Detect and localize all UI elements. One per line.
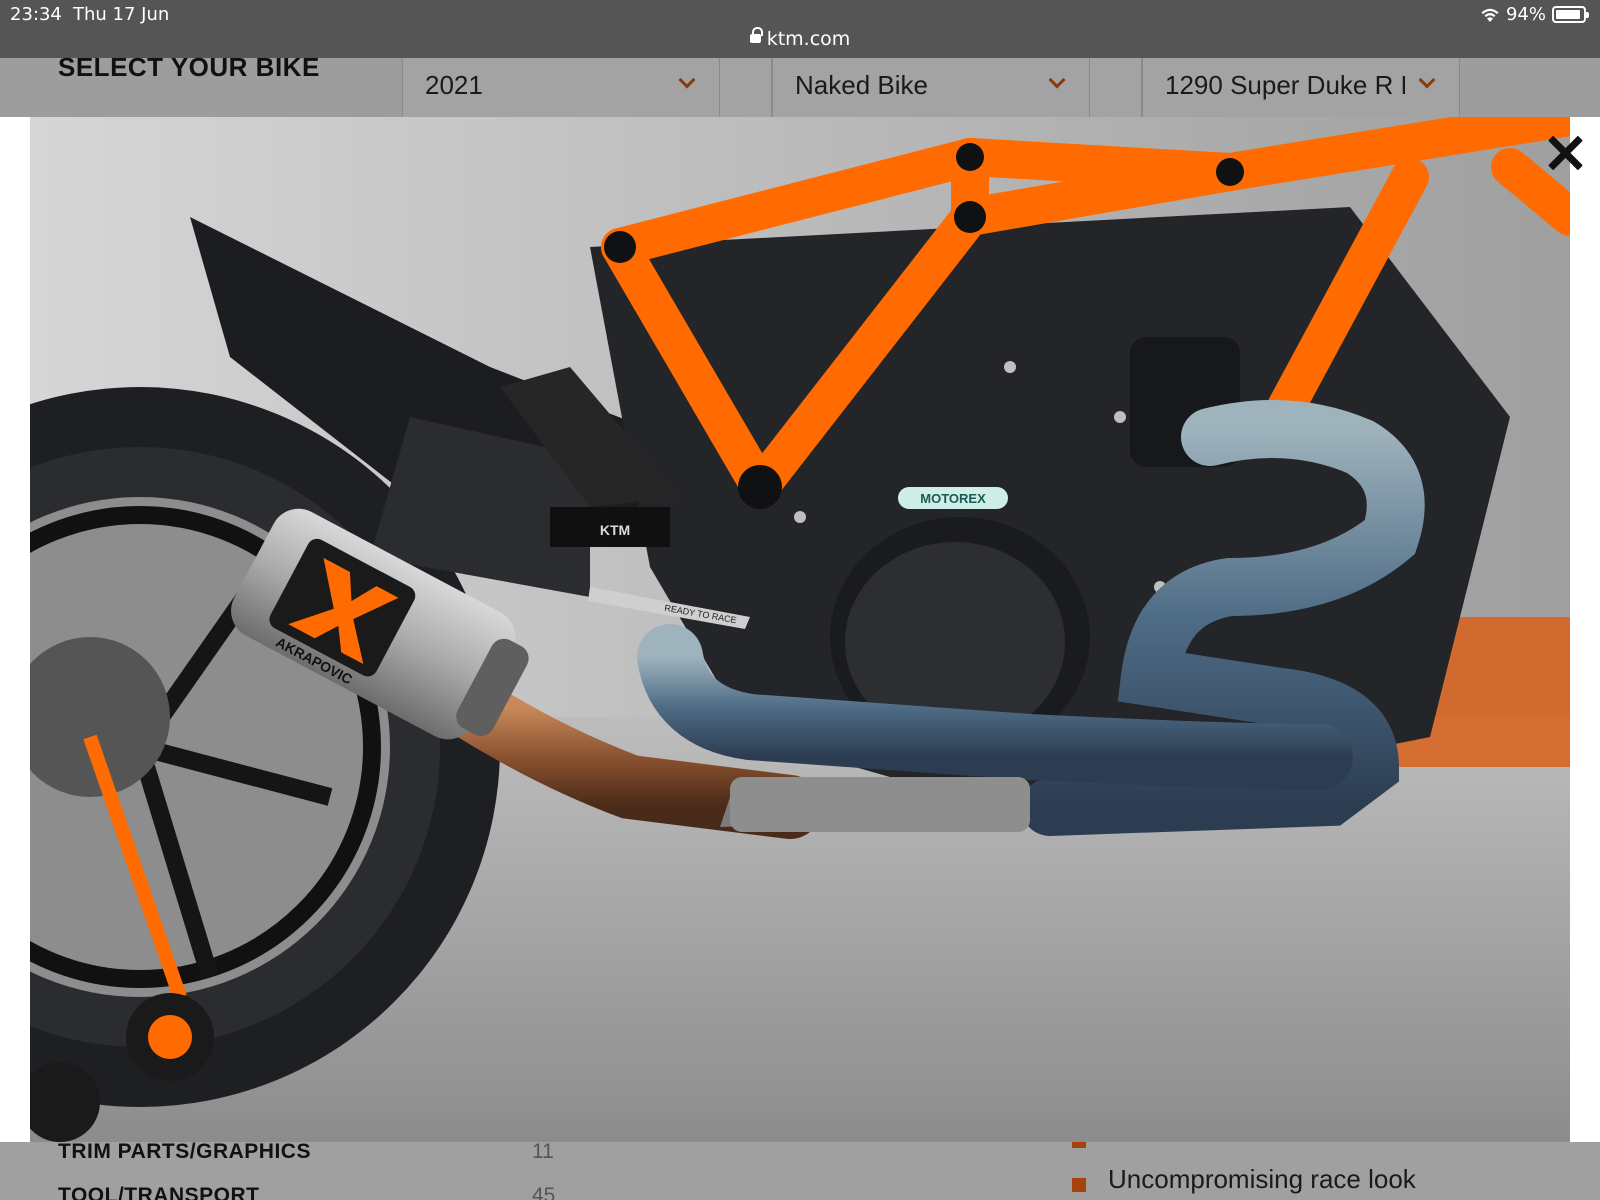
chevron-down-icon [1418,71,1436,89]
close-lightbox-button[interactable] [1542,130,1586,174]
select-spacer [720,58,772,117]
select-spacer [1090,58,1142,117]
status-date: Thu 17 Jun [73,4,170,25]
model-select-value: 1290 Super Duke R E [1165,70,1405,100]
feature-item: Uncompromising race look [1108,1164,1416,1194]
motorex-logo-text: MOTOREX [920,491,986,506]
url-text[interactable]: ktm.com [767,28,851,50]
year-select[interactable]: 2021 [402,58,720,117]
bike-selector-bar: SELECT YOUR BIKE 2021 Naked Bike 1290 Su… [0,52,1600,117]
category-select-value: Naked Bike [795,70,928,100]
status-indicators: 94% [1480,4,1589,25]
year-select-value: 2021 [425,70,483,100]
selector-title: SELECT YOUR BIKE [58,52,320,82]
category-select[interactable]: Naked Bike [772,58,1090,117]
spec-count: 11 [532,1142,554,1163]
chevron-down-icon [1048,71,1066,89]
chevron-down-icon [678,71,696,89]
spec-label[interactable]: TRIM PARTS/GRAPHICS [58,1142,311,1164]
status-time: 23:34 [10,4,62,25]
spec-list-strip: TRIM PARTS/GRAPHICS 11 TOOL/TRANSPORT 45… [0,1142,1600,1200]
battery-percent: 94% [1505,4,1546,25]
motorcycle-engine-illustration: MOTOREX KTM READY TO RACE AKRAPOVIC [30,117,1570,1142]
bike-photo: MOTOREX KTM READY TO RACE AKRAPOVIC [30,117,1570,1142]
wifi-icon [1481,8,1499,22]
spec-count: 45 [532,1184,556,1200]
model-select[interactable]: 1290 Super Duke R E [1142,58,1460,117]
spec-label[interactable]: TOOL/TRANSPORT [58,1184,259,1200]
bullet-square-icon [1072,1142,1086,1148]
battery-level [1556,10,1581,19]
bullet-square-icon [1072,1178,1086,1192]
ktm-logo-text: KTM [600,522,630,538]
battery-icon [1552,6,1589,23]
lock-icon [749,27,763,46]
address-bar[interactable]: ktm.com [0,27,1600,50]
